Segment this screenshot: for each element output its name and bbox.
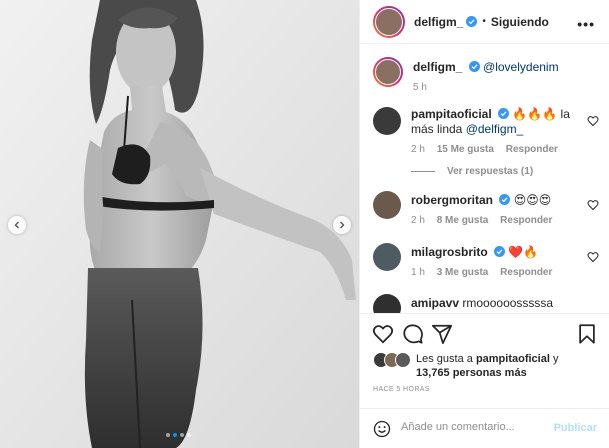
commenter-username[interactable]: milagrosbrito bbox=[411, 245, 488, 259]
commenter-username[interactable]: amipavv bbox=[411, 296, 459, 310]
follow-separator: • bbox=[482, 16, 486, 27]
commenter-username[interactable]: robergmoritan bbox=[411, 193, 493, 207]
comment-icon[interactable] bbox=[402, 323, 424, 345]
heart-icon[interactable] bbox=[372, 323, 394, 345]
reply-button[interactable]: Responder bbox=[500, 267, 552, 278]
likes-user[interactable]: pampitaoficial bbox=[476, 353, 550, 365]
carousel-dot bbox=[180, 433, 184, 437]
comment-likes[interactable]: 15 Me gusta bbox=[437, 144, 494, 155]
heart-icon[interactable] bbox=[587, 251, 599, 263]
liker-avatar bbox=[395, 352, 411, 368]
publish-button[interactable]: Publicar bbox=[554, 422, 597, 434]
comment-text: rmoooooosssssa bbox=[462, 296, 554, 310]
comment-time: 1 h bbox=[411, 267, 425, 278]
heart-icon[interactable] bbox=[587, 115, 599, 127]
chevron-right-icon[interactable] bbox=[333, 216, 351, 234]
post-image bbox=[0, 0, 359, 448]
post-header: delfigm_ • Siguiendo ••• bbox=[360, 0, 609, 44]
carousel-indicator bbox=[166, 433, 191, 437]
comment-meta: 2 h 15 Me gusta Responder bbox=[411, 142, 589, 157]
post-photo[interactable] bbox=[0, 0, 359, 448]
verified-badge-icon bbox=[468, 61, 480, 72]
heart-icon[interactable] bbox=[587, 199, 599, 211]
verified-badge-icon bbox=[494, 246, 506, 257]
caption-meta: 5 h bbox=[413, 80, 591, 95]
commenter-avatar[interactable] bbox=[373, 107, 401, 135]
carousel-dot bbox=[166, 433, 170, 437]
comment-input[interactable] bbox=[401, 421, 551, 433]
comment-text: ❤️🔥 bbox=[508, 245, 539, 259]
carousel-dot-active bbox=[173, 433, 177, 437]
chevron-left-icon[interactable] bbox=[8, 216, 26, 234]
caption-time: 5 h bbox=[413, 82, 427, 93]
likes-text: Les gusta a pampitaoficial y 13,765 pers… bbox=[416, 352, 601, 380]
comment-time: 2 h bbox=[411, 215, 425, 226]
author-avatar[interactable] bbox=[373, 57, 403, 87]
replies-divider bbox=[411, 170, 435, 172]
author-avatar[interactable] bbox=[373, 5, 405, 38]
bookmark-icon[interactable] bbox=[576, 323, 598, 345]
emoji-icon[interactable] bbox=[373, 420, 391, 438]
commenter-avatar[interactable] bbox=[373, 294, 401, 313]
comment-text: 😍😍😍 bbox=[513, 193, 552, 207]
author-username[interactable]: delfigm_ bbox=[414, 15, 463, 29]
commenter-avatar[interactable] bbox=[373, 191, 401, 219]
view-replies-button[interactable]: Ver respuestas (1) bbox=[411, 166, 533, 177]
carousel-dot bbox=[187, 433, 191, 437]
more-options-icon[interactable]: ••• bbox=[577, 16, 595, 32]
post-actions bbox=[360, 313, 609, 357]
share-icon[interactable] bbox=[431, 323, 453, 345]
comment-likes[interactable]: 8 Me gusta bbox=[437, 215, 489, 226]
comment-likes[interactable]: 3 Me gusta bbox=[437, 267, 489, 278]
comment-meta: 2 h 8 Me gusta Responder bbox=[411, 213, 589, 228]
comment-meta: 1 h 3 Me gusta Responder bbox=[411, 265, 589, 280]
view-replies-label[interactable]: Ver respuestas (1) bbox=[447, 166, 533, 177]
caption-username[interactable]: delfigm_ bbox=[413, 60, 462, 74]
verified-badge-icon bbox=[499, 194, 511, 205]
reply-button[interactable]: Responder bbox=[506, 144, 558, 155]
liker-avatars bbox=[373, 352, 411, 368]
verified-badge-icon bbox=[498, 108, 510, 119]
comment-time: 2 h bbox=[411, 144, 425, 155]
comment-bar: Publicar bbox=[360, 408, 609, 448]
likes-count[interactable]: 13,765 personas más bbox=[416, 367, 527, 379]
post-timestamp[interactable]: HACE 5 HORAS bbox=[373, 386, 430, 393]
comments-list: delfigm_ @lovelydenim 5 h pampitaoficial… bbox=[360, 45, 609, 313]
commenter-avatar[interactable] bbox=[373, 243, 401, 271]
caption-mention[interactable]: @lovelydenim bbox=[483, 60, 559, 74]
verified-badge-icon bbox=[466, 16, 478, 27]
comment-mention[interactable]: @delfigm_ bbox=[466, 122, 524, 136]
post-side-panel: delfigm_ • Siguiendo ••• delfigm_ @lovel… bbox=[359, 0, 609, 448]
reply-button[interactable]: Responder bbox=[500, 215, 552, 226]
likes-prefix: Les gusta a bbox=[416, 353, 473, 365]
commenter-username[interactable]: pampitaoficial bbox=[411, 107, 492, 121]
following-button[interactable]: Siguiendo bbox=[491, 15, 549, 29]
likes-joiner: y bbox=[552, 353, 559, 365]
